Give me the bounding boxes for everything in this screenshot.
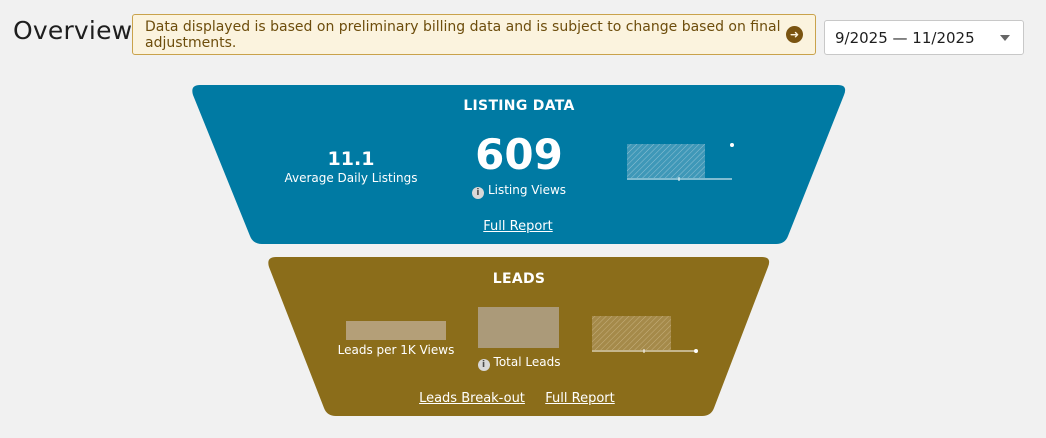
listing-full-report-link[interactable]: Full Report <box>458 219 578 234</box>
leads-section-title: LEADS <box>492 271 546 287</box>
leads-per-1k-bar <box>346 321 446 340</box>
listing-views-label: Listing Views <box>487 183 567 197</box>
info-icon[interactable]: i <box>471 187 484 199</box>
leads-per-1k-label: Leads per 1K Views <box>337 343 455 357</box>
listing-views-value: 609 <box>475 130 563 179</box>
listing-section-title: LISTING DATA <box>463 98 575 114</box>
total-leads-bar <box>478 307 559 348</box>
total-leads-label: Total Leads <box>493 355 561 369</box>
leads-trend-point <box>694 349 698 353</box>
avg-daily-listings-label: Average Daily Listings <box>284 171 418 185</box>
listing-trend-point <box>730 143 734 147</box>
avg-daily-listings-value: 11.1 <box>327 148 375 170</box>
listing-views-label-wrap: i Listing Views <box>449 183 589 199</box>
leads-trend-bar <box>592 316 671 350</box>
total-leads-label-wrap: i Total Leads <box>459 355 579 371</box>
listing-trend-bar <box>627 144 705 178</box>
leads-breakout-link[interactable]: Leads Break-out <box>412 391 532 406</box>
info-icon[interactable]: i <box>477 359 490 371</box>
leads-full-report-link[interactable]: Full Report <box>530 391 630 406</box>
